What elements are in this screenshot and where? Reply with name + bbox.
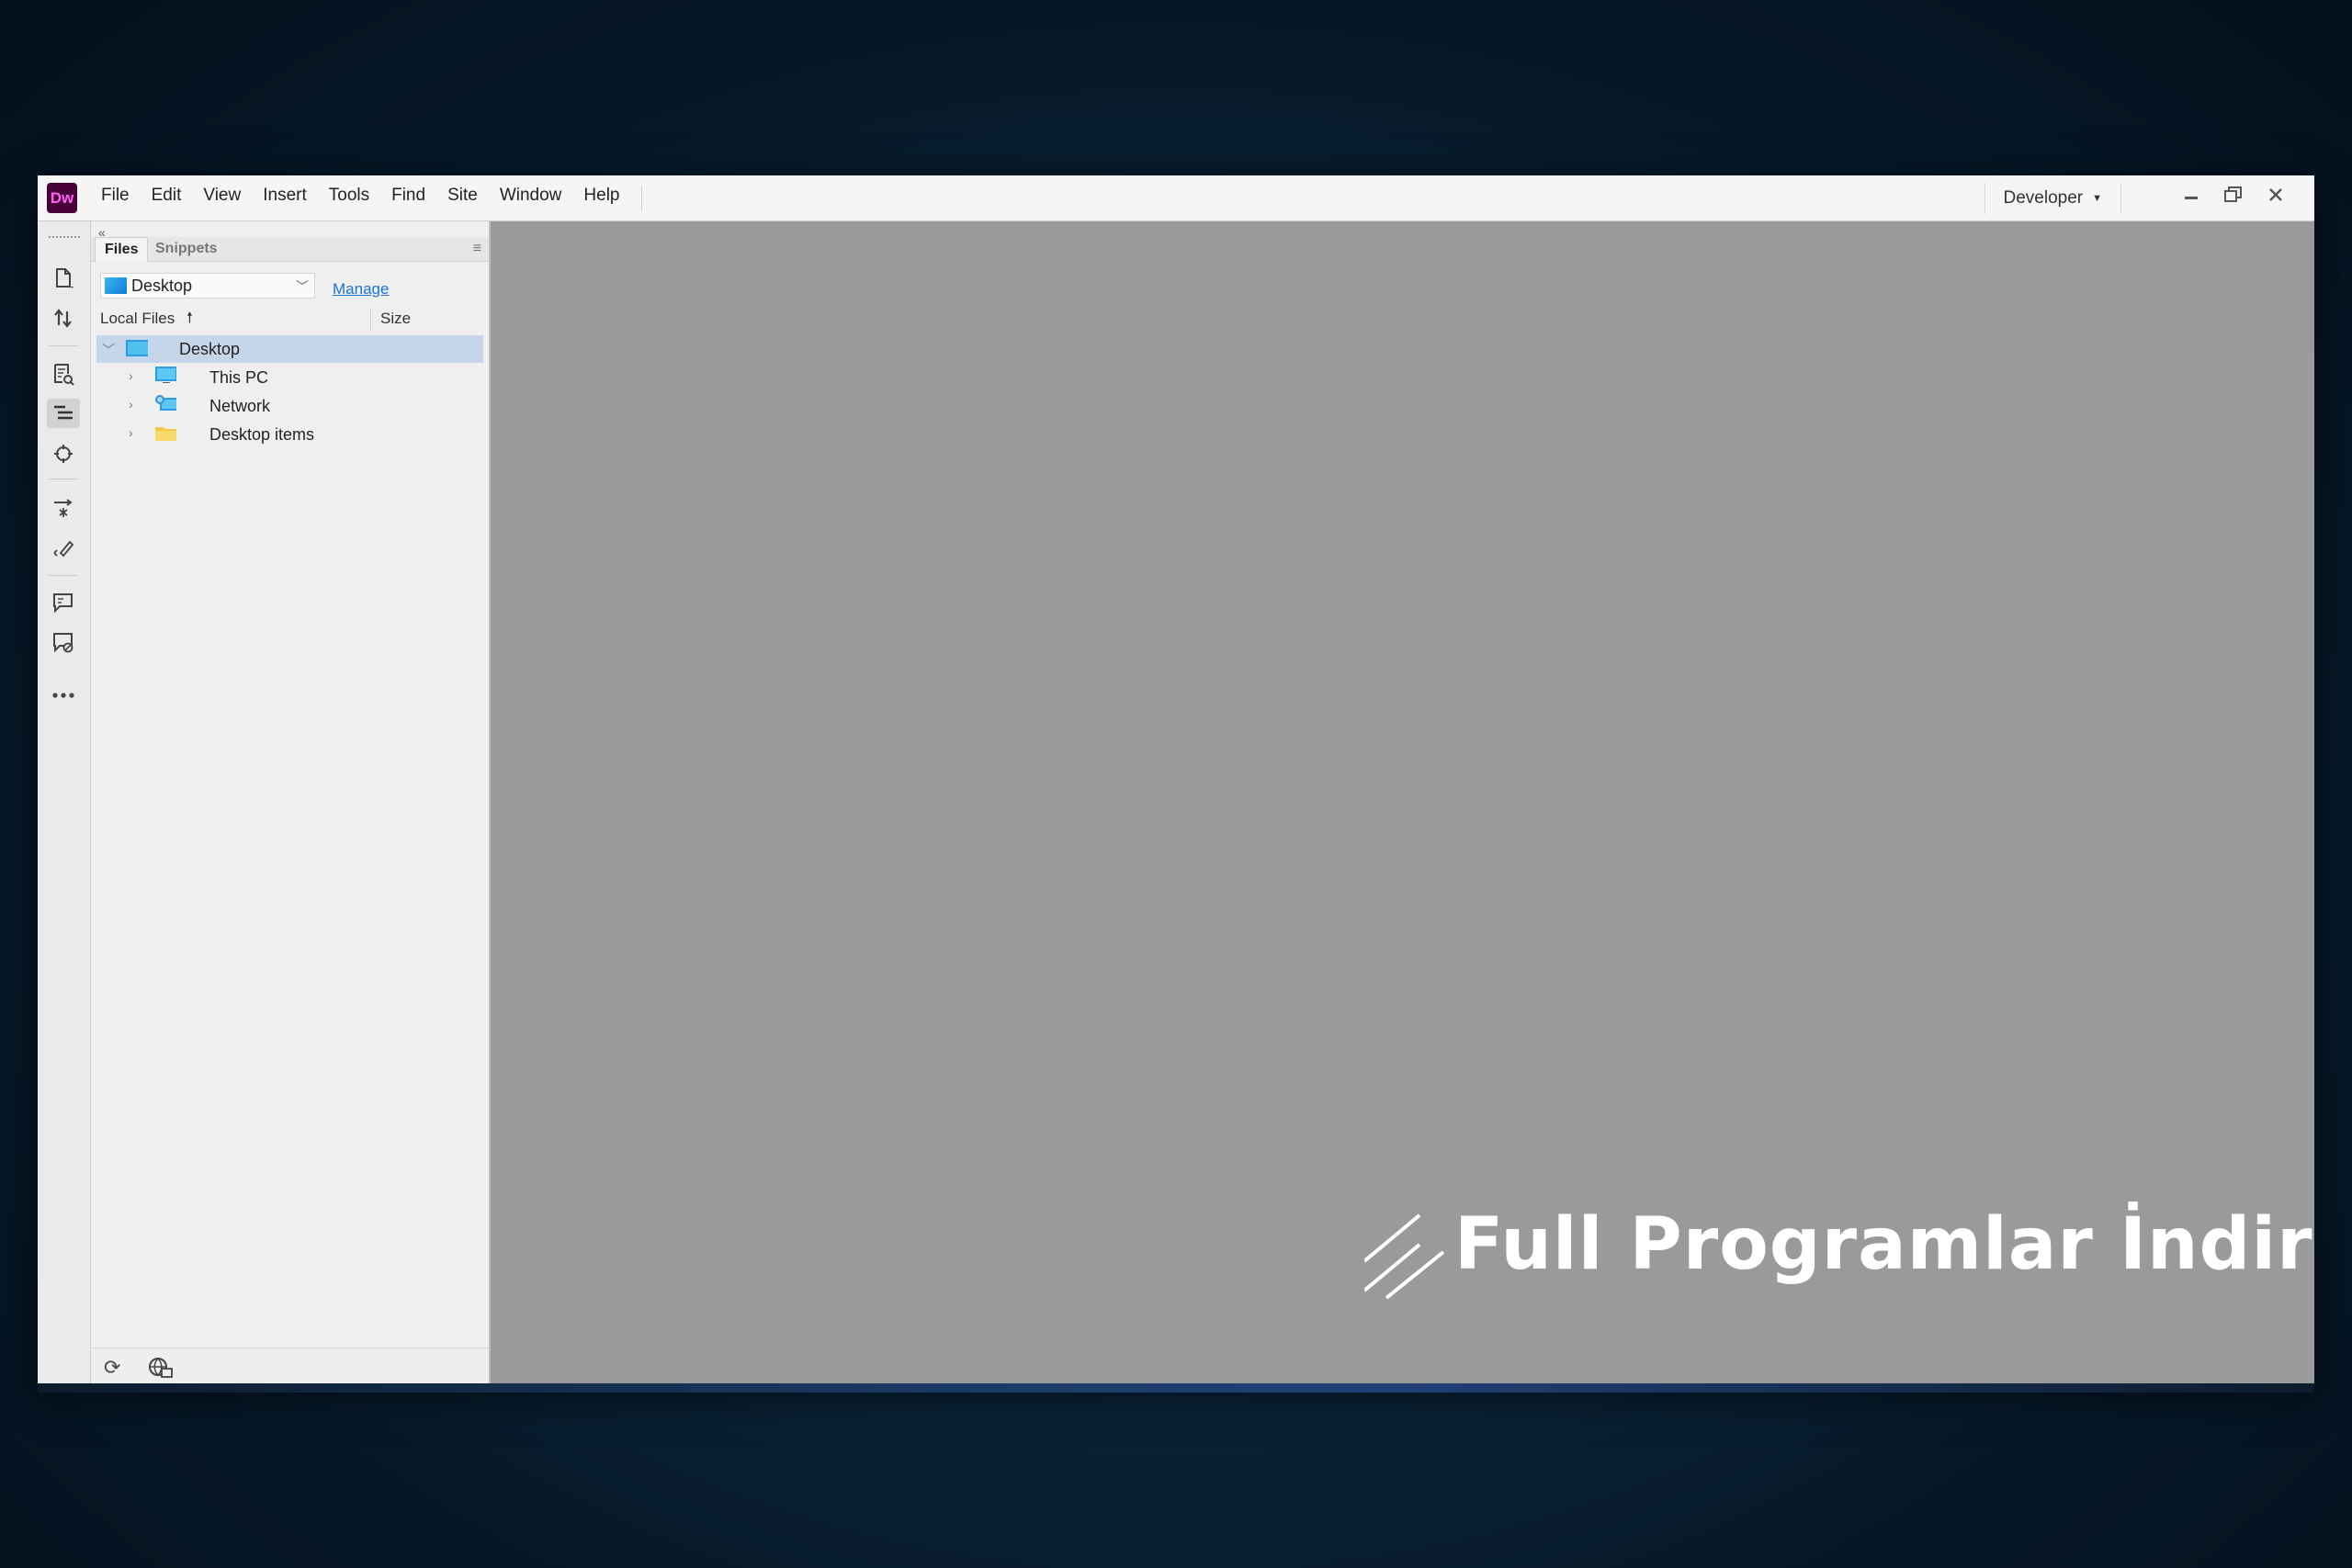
- site-dropdown[interactable]: Desktop ﹀: [100, 273, 315, 299]
- menu-window[interactable]: Window: [500, 186, 562, 211]
- expand-all-icon[interactable]: [47, 493, 80, 523]
- comment-icon[interactable]: [47, 589, 80, 618]
- chevron-down-icon[interactable]: ﹀: [102, 341, 115, 359]
- menu-find[interactable]: Find: [391, 186, 425, 211]
- tab-snippets[interactable]: Snippets: [146, 237, 227, 261]
- close-button[interactable]: [2256, 179, 2296, 210]
- network-icon: [155, 395, 176, 411]
- column-local-files[interactable]: Local Files: [100, 310, 175, 328]
- tree-item-desktop[interactable]: ﹀ Desktop: [96, 335, 483, 363]
- close-icon: [2269, 188, 2282, 201]
- menu-site[interactable]: Site: [447, 186, 478, 211]
- tree-item-this-pc[interactable]: › This PC: [96, 364, 483, 391]
- tree-item-label: Desktop items: [209, 424, 315, 444]
- left-toolbar: [38, 221, 91, 1383]
- target-icon[interactable]: [47, 439, 80, 468]
- tree-item-network[interactable]: › Network: [96, 392, 483, 420]
- watermark-text: Full Programlar İndir: [1454, 1203, 2313, 1286]
- sort-ascending-icon: 🠕: [187, 310, 193, 326]
- desktop-icon: [126, 340, 148, 356]
- manage-sites-link[interactable]: Manage: [333, 280, 389, 299]
- column-size[interactable]: Size: [380, 310, 411, 328]
- format-source-icon[interactable]: [47, 534, 80, 563]
- menu-help[interactable]: Help: [583, 186, 619, 211]
- connect-remote-icon[interactable]: [148, 1356, 174, 1380]
- live-view-icon[interactable]: [47, 359, 80, 389]
- menu-tools[interactable]: Tools: [329, 186, 369, 211]
- menu-file[interactable]: File: [101, 186, 130, 211]
- workspace-switcher[interactable]: Developer ▼: [1984, 183, 2121, 214]
- menu-insert[interactable]: Insert: [263, 186, 307, 211]
- chevron-down-icon: ﹀: [296, 279, 309, 294]
- toolbar-divider: [49, 345, 78, 346]
- panel-footer: ⟳: [91, 1348, 489, 1383]
- menu-edit[interactable]: Edit: [152, 186, 182, 211]
- toolbar-grip[interactable]: [49, 236, 80, 242]
- chevron-right-icon[interactable]: ›: [129, 425, 133, 440]
- tree-item-desktop-items[interactable]: › Desktop items: [96, 421, 483, 448]
- code-navigator-icon[interactable]: [47, 399, 80, 428]
- file-transfer-icon[interactable]: [47, 304, 80, 333]
- caret-down-icon: ▼: [2092, 193, 2102, 204]
- chevron-right-icon[interactable]: ›: [129, 368, 133, 383]
- restore-button[interactable]: [2213, 179, 2254, 210]
- files-panel: « Files Snippets ≡ Desktop ﹀ Manage Loca…: [91, 221, 491, 1383]
- minimize-button[interactable]: [2171, 179, 2211, 210]
- panel-tabs: Files Snippets ≡: [91, 237, 489, 262]
- title-bar: Dw File Edit View Insert Tools Find Site…: [38, 175, 2314, 221]
- window-bottom-edge: [38, 1383, 2314, 1393]
- chevron-right-icon[interactable]: ›: [129, 397, 133, 412]
- file-list-header: Local Files 🠕 Size: [91, 310, 489, 332]
- panel-menu-icon[interactable]: ≡: [473, 241, 481, 257]
- refresh-icon[interactable]: ⟳: [104, 1356, 120, 1380]
- toolbar-divider: [49, 575, 78, 576]
- workspace-label: Developer: [2003, 188, 2084, 208]
- menu-divider: [641, 185, 643, 211]
- tab-files[interactable]: Files: [95, 237, 149, 262]
- open-document-icon[interactable]: [47, 264, 80, 293]
- app-logo: Dw: [47, 183, 77, 213]
- restore-icon: [2224, 186, 2242, 202]
- remove-comment-icon[interactable]: [47, 628, 80, 658]
- tree-item-label: Network: [209, 396, 271, 415]
- minimize-icon: [2185, 197, 2198, 199]
- tree-item-label: Desktop: [179, 339, 241, 358]
- folder-icon: [155, 427, 176, 441]
- column-divider[interactable]: [370, 310, 371, 332]
- menu-view[interactable]: View: [203, 186, 241, 211]
- computer-icon: [155, 367, 176, 383]
- desktop-icon: [105, 277, 127, 294]
- menu-bar: File Edit View Insert Tools Find Site Wi…: [101, 185, 643, 211]
- more-options-icon[interactable]: [47, 681, 80, 710]
- tree-item-label: This PC: [209, 367, 269, 387]
- site-dropdown-value: Desktop: [131, 276, 193, 295]
